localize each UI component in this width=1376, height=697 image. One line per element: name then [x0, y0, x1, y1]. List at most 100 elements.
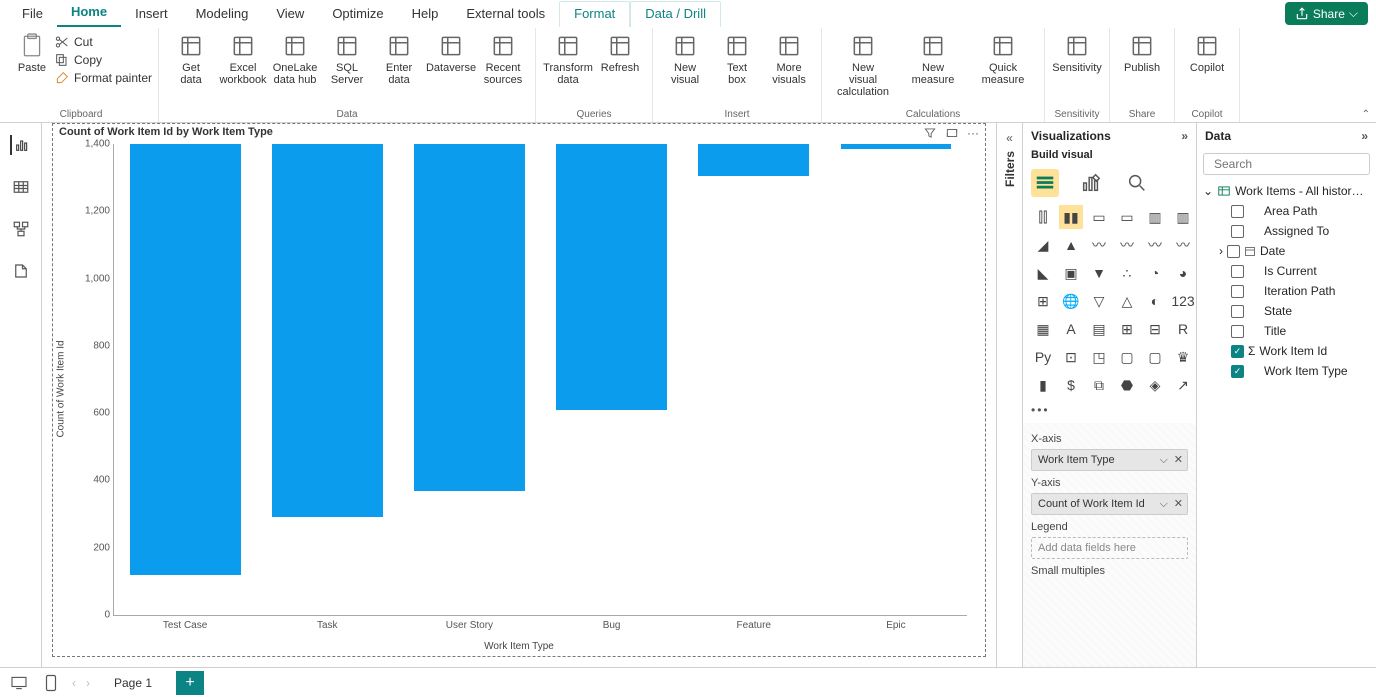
tab-modeling[interactable]: Modeling: [182, 2, 263, 27]
filters-pane-collapsed[interactable]: « Filters: [996, 123, 1022, 667]
yaxis-field-chip[interactable]: Count of Work Item Id ⌵✕: [1031, 493, 1188, 515]
excel-workbook-button[interactable]: Excelworkbook: [217, 30, 269, 86]
refresh-button[interactable]: Refresh: [594, 30, 646, 74]
tab-format[interactable]: Format: [559, 1, 630, 27]
tab-data-drill[interactable]: Data / Drill: [630, 1, 721, 27]
tab-external-tools[interactable]: External tools: [452, 2, 559, 27]
viz-type-button[interactable]: A: [1059, 317, 1083, 341]
transform-data-button[interactable]: Transformdata: [542, 30, 594, 86]
copy-button[interactable]: Copy: [54, 52, 152, 68]
viz-type-button[interactable]: ▢: [1143, 345, 1167, 369]
filter-icon[interactable]: [923, 126, 937, 140]
search-input-wrapper[interactable]: [1203, 153, 1370, 175]
viz-type-button[interactable]: ▼: [1087, 261, 1111, 285]
viz-type-button[interactable]: 〰: [1143, 233, 1167, 257]
viz-type-button[interactable]: ◳: [1087, 345, 1111, 369]
field-checkbox[interactable]: [1231, 205, 1244, 218]
bar[interactable]: [130, 144, 241, 575]
viz-type-button[interactable]: ⬣: [1115, 373, 1139, 397]
viz-type-button[interactable]: 123: [1171, 289, 1195, 313]
build-visual-tab[interactable]: [1031, 169, 1059, 197]
bar[interactable]: [414, 144, 525, 491]
onelake-data-hub-button[interactable]: OneLakedata hub: [269, 30, 321, 86]
dataverse-button[interactable]: Dataverse: [425, 30, 477, 74]
field-checkbox[interactable]: [1231, 365, 1244, 378]
viz-type-button[interactable]: ▥: [1171, 205, 1195, 229]
cut-button[interactable]: Cut: [54, 34, 152, 50]
field-checkbox[interactable]: [1231, 345, 1244, 358]
field-date[interactable]: ›Date: [1201, 241, 1372, 261]
field-title[interactable]: Title: [1201, 321, 1372, 341]
report-canvas[interactable]: Count of Work Item Id by Work Item Type …: [42, 123, 996, 667]
viz-type-button[interactable]: ◣: [1031, 261, 1055, 285]
share-button[interactable]: Share ⌵: [1285, 2, 1368, 25]
bar[interactable]: [698, 144, 809, 176]
visual-frame[interactable]: Count of Work Item Id by Work Item Type …: [52, 123, 986, 657]
chevron-down-icon[interactable]: ⌵: [1159, 454, 1167, 466]
table-node[interactable]: ⌄ Work Items - All histor…: [1201, 181, 1372, 201]
viz-type-button[interactable]: 〰: [1171, 233, 1195, 257]
field-is-current[interactable]: Is Current: [1201, 261, 1372, 281]
more-visuals-button[interactable]: •••: [1023, 403, 1196, 423]
new-measure-button[interactable]: Newmeasure: [898, 30, 968, 86]
field-work-item-id[interactable]: ΣWork Item Id: [1201, 341, 1372, 361]
format-visual-tab[interactable]: [1077, 169, 1105, 197]
table-view-button[interactable]: [11, 177, 31, 197]
field-checkbox[interactable]: [1231, 285, 1244, 298]
mobile-layout-button[interactable]: [40, 674, 62, 692]
viz-type-button[interactable]: ▽: [1087, 289, 1111, 313]
viz-type-button[interactable]: ▢: [1115, 345, 1139, 369]
viz-type-button[interactable]: ▦: [1031, 317, 1055, 341]
remove-field-icon[interactable]: ✕: [1174, 454, 1183, 466]
viz-type-button[interactable]: ▤: [1087, 317, 1111, 341]
expand-filters-icon[interactable]: «: [1006, 131, 1013, 145]
sensitivity-button[interactable]: Sensitivity: [1051, 30, 1103, 74]
viz-type-button[interactable]: ▮▮: [1059, 205, 1083, 229]
sql-server-button[interactable]: SQLServer: [321, 30, 373, 86]
viz-type-button[interactable]: ⧉: [1087, 373, 1111, 397]
viz-type-button[interactable]: R: [1171, 317, 1195, 341]
bar[interactable]: [556, 144, 667, 410]
bar[interactable]: [272, 144, 383, 517]
viz-type-button[interactable]: ▲: [1059, 233, 1083, 257]
new-visual-calculation-button[interactable]: Newvisual calculation: [828, 30, 898, 98]
next-page-button[interactable]: ›: [86, 676, 90, 690]
field-work-item-type[interactable]: Work Item Type: [1201, 361, 1372, 381]
viz-type-button[interactable]: ▭: [1087, 205, 1111, 229]
viz-type-button[interactable]: ▥: [1143, 205, 1167, 229]
enter-data-button[interactable]: Enterdata: [373, 30, 425, 86]
field-checkbox[interactable]: [1227, 245, 1240, 258]
viz-type-button[interactable]: ⊟: [1143, 317, 1167, 341]
analytics-tab[interactable]: [1123, 169, 1151, 197]
viz-type-button[interactable]: ◔: [1143, 261, 1167, 285]
viz-type-button[interactable]: ⊞: [1031, 289, 1055, 313]
publish-button[interactable]: Publish: [1116, 30, 1168, 74]
viz-type-button[interactable]: 〰: [1087, 233, 1111, 257]
viz-type-button[interactable]: $: [1059, 373, 1083, 397]
tab-home[interactable]: Home: [57, 0, 121, 27]
field-area-path[interactable]: Area Path: [1201, 201, 1372, 221]
collapse-ribbon-button[interactable]: ⌃: [1362, 109, 1370, 120]
viz-type-button[interactable]: ▭: [1115, 205, 1139, 229]
prev-page-button[interactable]: ‹: [72, 676, 76, 690]
focus-mode-icon[interactable]: [945, 126, 959, 140]
tab-view[interactable]: View: [262, 2, 318, 27]
viz-type-button[interactable]: ◈: [1143, 373, 1167, 397]
remove-field-icon[interactable]: ✕: [1174, 498, 1183, 510]
viz-type-button[interactable]: ∴: [1115, 261, 1139, 285]
collapse-viz-icon[interactable]: »: [1181, 129, 1188, 143]
viz-type-button[interactable]: ▣: [1059, 261, 1083, 285]
viz-type-button[interactable]: △: [1115, 289, 1139, 313]
field-checkbox[interactable]: [1231, 265, 1244, 278]
field-checkbox[interactable]: [1231, 325, 1244, 338]
quick-measure-button[interactable]: Quickmeasure: [968, 30, 1038, 86]
tab-file[interactable]: File: [8, 2, 57, 27]
text-box-button[interactable]: Textbox: [711, 30, 763, 86]
more-visuals-button[interactable]: Morevisuals: [763, 30, 815, 86]
collapse-data-icon[interactable]: »: [1361, 129, 1368, 143]
viz-type-button[interactable]: ⫿⫿: [1031, 205, 1055, 229]
tab-help[interactable]: Help: [398, 2, 453, 27]
viz-type-button[interactable]: 🌐: [1059, 289, 1083, 313]
viz-type-button[interactable]: ♛: [1171, 345, 1195, 369]
chevron-down-icon[interactable]: ⌵: [1159, 498, 1167, 510]
